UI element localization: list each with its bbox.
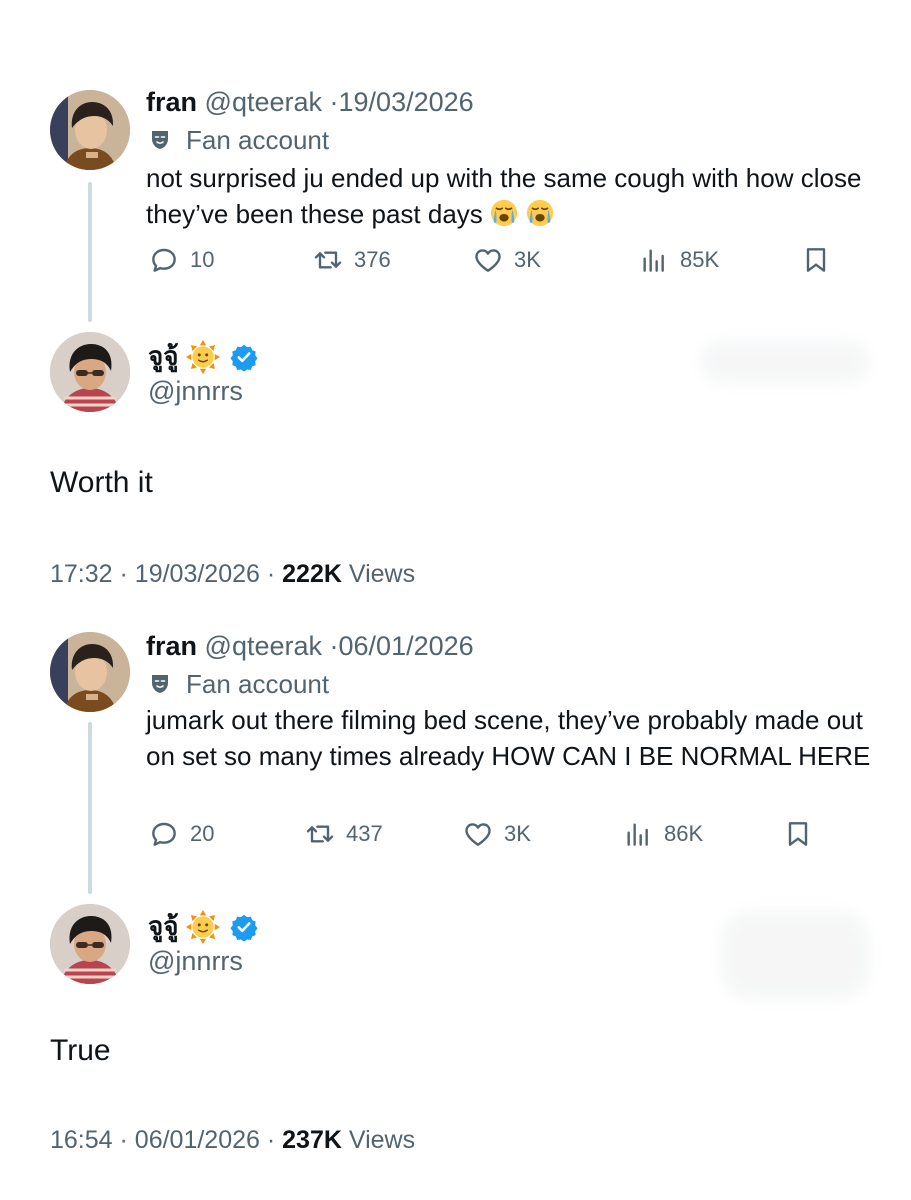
thread-line <box>88 722 92 894</box>
quoted-action-bar: 10 376 3K 85K <box>148 244 848 284</box>
reply-author-name[interactable]: จูจู้ <box>148 906 258 947</box>
reply-action[interactable]: 10 <box>148 244 214 276</box>
avatar-fran[interactable] <box>50 632 130 712</box>
views-action[interactable]: 85K <box>638 244 719 276</box>
account-label: Fan account <box>148 124 329 156</box>
avatar-jnnrrs[interactable] <box>50 904 130 984</box>
loudly-crying-face-icon <box>489 198 519 228</box>
repost-action[interactable]: 376 <box>312 244 391 276</box>
tweet-meta: 16:54 · 06/01/2026 · 237K Views <box>50 1126 415 1155</box>
separator-dot: · <box>266 1126 276 1154</box>
tweet-views-label: Views <box>348 1126 416 1154</box>
views-action[interactable]: 86K <box>622 818 703 850</box>
theater-mask-icon <box>148 672 172 696</box>
theater-mask-icon <box>148 128 172 152</box>
tweet-views-count: 222K <box>282 560 342 588</box>
views-count: 86K <box>664 821 704 846</box>
reply-tweet-text: Worth it <box>50 466 153 499</box>
quoted-tweet-text: jumark out there filming bed scene, they… <box>146 705 871 771</box>
reply-count: 10 <box>190 247 215 272</box>
account-label-text: Fan account <box>186 669 330 699</box>
quoted-date[interactable]: 19/03/2026 <box>339 87 474 117</box>
reply-author-display-name: จูจู้ <box>148 341 179 371</box>
sun-with-face-icon <box>186 910 220 944</box>
reply-action[interactable]: 20 <box>148 818 214 850</box>
reply-count: 20 <box>190 821 215 846</box>
quoted-header: fran @qteerak ·19/03/2026 <box>146 86 474 118</box>
tweet-date[interactable]: 19/03/2026 <box>135 560 260 588</box>
like-action[interactable]: 3K <box>472 244 541 276</box>
avatar-image <box>50 632 130 712</box>
avatar-fran[interactable] <box>50 90 130 170</box>
like-count: 3K <box>514 247 541 272</box>
quoted-author-name[interactable]: fran <box>146 631 197 661</box>
bookmark-action[interactable] <box>800 244 842 276</box>
quoted-author-handle[interactable]: @qteerak <box>205 631 322 661</box>
tweet-time[interactable]: 16:54 <box>50 1126 113 1154</box>
like-count: 3K <box>504 821 531 846</box>
tweet-date[interactable]: 06/01/2026 <box>135 1126 260 1154</box>
bookmark-icon <box>782 818 814 850</box>
quoted-date[interactable]: 06/01/2026 <box>339 631 474 661</box>
repost-action[interactable]: 437 <box>304 818 383 850</box>
account-label: Fan account <box>148 668 329 700</box>
reply-author-display-name: จูจู้ <box>148 911 179 941</box>
repost-count: 376 <box>354 247 391 272</box>
tweet-views-count: 237K <box>282 1126 342 1154</box>
screenshot: fran @qteerak ·19/03/2026 Fan account no… <box>0 0 911 1200</box>
loudly-crying-face-icon <box>525 198 555 228</box>
quoted-tweet-text: not surprised ju ended up with the same … <box>146 160 886 232</box>
thread-line <box>88 182 92 322</box>
separator-dot: · <box>266 560 276 588</box>
reply-icon <box>148 818 180 850</box>
separator-dot: · <box>119 1126 128 1154</box>
redaction-smudge <box>720 910 870 1000</box>
avatar-image <box>50 904 130 984</box>
heart-icon <box>462 818 494 850</box>
quoted-author-name[interactable]: fran <box>146 87 197 117</box>
tweet-meta: 17:32 · 19/03/2026 · 222K Views <box>50 560 415 589</box>
reply-author-handle[interactable]: @jnnrrs <box>148 376 243 407</box>
like-action[interactable]: 3K <box>462 818 531 850</box>
quoted-header: fran @qteerak ·06/01/2026 <box>146 630 474 662</box>
avatar-image <box>50 332 130 412</box>
quoted-author-handle[interactable]: @qteerak <box>205 87 322 117</box>
redaction-smudge <box>700 340 870 384</box>
reply-author-handle[interactable]: @jnnrrs <box>148 946 243 977</box>
avatar-jnnrrs[interactable] <box>50 332 130 412</box>
verified-badge-icon[interactable] <box>230 913 258 941</box>
bookmark-icon <box>800 244 832 276</box>
repost-icon <box>312 244 344 276</box>
separator-dot: · <box>329 87 339 117</box>
repost-icon <box>304 818 336 850</box>
bookmark-action[interactable] <box>782 818 824 850</box>
views-icon <box>622 818 654 850</box>
reply-tweet-text: True <box>50 1034 111 1067</box>
tweet-time[interactable]: 17:32 <box>50 560 113 588</box>
tweet-views-label: Views <box>348 560 416 588</box>
reply-author-name[interactable]: จูจู้ <box>148 336 258 377</box>
views-count: 85K <box>680 247 720 272</box>
heart-icon <box>472 244 504 276</box>
sun-with-face-icon <box>186 340 220 374</box>
separator-dot: · <box>329 631 339 661</box>
views-icon <box>638 244 670 276</box>
quoted-action-bar: 20 437 3K 86K <box>148 818 848 858</box>
avatar-image <box>50 90 130 170</box>
repost-count: 437 <box>346 821 383 846</box>
account-label-text: Fan account <box>186 125 330 155</box>
separator-dot: · <box>119 560 128 588</box>
reply-icon <box>148 244 180 276</box>
verified-badge-icon[interactable] <box>230 343 258 371</box>
